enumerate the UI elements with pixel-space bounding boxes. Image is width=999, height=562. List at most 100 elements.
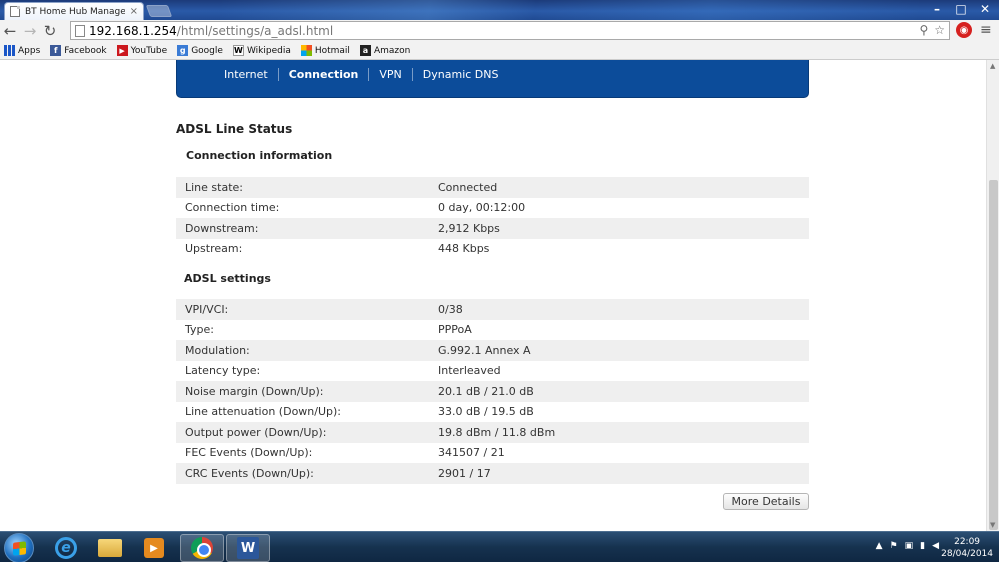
table-row: Downstream: 2,912 Kbps [176,218,809,239]
taskbar-internet-explorer[interactable]: e [44,534,88,562]
media-player-icon: ▶ [144,538,164,558]
table-row: Connection time: 0 day, 00:12:00 [176,198,809,219]
row-label: Line state: [176,177,429,198]
folder-icon [98,539,122,557]
table-row: CRC Events (Down/Up): 2901 / 17 [176,463,809,484]
connection-info-heading: Connection information [186,149,333,162]
bookmark-hotmail[interactable]: Hotmail [300,45,350,56]
table-row: VPI/VCI: 0/38 [176,299,809,320]
taskbar-media-player[interactable]: ▶ [132,534,176,562]
maximize-button[interactable]: □ [949,0,973,18]
nav-connection[interactable]: Connection [279,68,370,81]
chrome-menu-icon[interactable]: ≡ [980,22,992,38]
row-value: Interleaved [438,364,501,378]
browser-title-bar: BT Home Hub Manager - × – □ ✕ [0,0,999,20]
row-value: 0 day, 00:12:00 [438,201,526,215]
close-window-button[interactable]: ✕ [973,0,997,18]
bookmark-facebook[interactable]: f Facebook [50,45,107,56]
show-hidden-icons-icon[interactable]: ▲ [876,541,883,551]
row-value: PPPoA [438,323,472,337]
url-path: /html/settings/a_adsl.html [176,23,334,38]
tab-title: BT Home Hub Manager - [25,6,125,17]
bookmark-star-icon[interactable]: ☆ [934,23,945,37]
row-label: Noise margin (Down/Up): [176,381,429,402]
internet-explorer-icon: e [55,537,77,559]
facebook-icon: f [50,45,62,56]
table-row: Line attenuation (Down/Up): 33.0 dB / 19.… [176,402,809,423]
browser-tab[interactable]: BT Home Hub Manager - × [4,2,144,20]
scrollbar-thumb[interactable] [989,180,998,530]
page-scrollbar[interactable]: ▲ ▼ [986,60,999,531]
browser-toolbar: ← → ↻ 192.168.1.254 /html/settings/a_ads… [0,20,999,42]
row-value: 0/38 [429,299,809,320]
row-label: Output power (Down/Up): [176,422,429,443]
address-bar[interactable]: 192.168.1.254 /html/settings/a_adsl.html… [70,21,950,40]
row-label: Line attenuation (Down/Up): [185,405,342,419]
row-label: Connection time: [185,201,280,215]
page-viewport: Internet Connection VPN Dynamic DNS ADSL… [0,60,986,531]
row-value: G.992.1 Annex A [429,340,809,361]
url-host: 192.168.1.254 [89,23,177,38]
table-row: Line state: Connected [176,177,809,198]
reload-icon[interactable]: ↻ [40,21,60,41]
youtube-icon: ▶ [116,45,128,56]
start-button[interactable] [4,533,34,562]
row-value: 2901 / 17 [429,463,809,484]
nav-vpn[interactable]: VPN [369,68,413,81]
taskbar-file-explorer[interactable] [88,534,132,562]
network-signal-icon[interactable]: ▮ [920,541,925,551]
row-label: FEC Events (Down/Up): [185,446,313,460]
bookmark-youtube[interactable]: ▶ YouTube [116,45,167,56]
adsl-settings-table: VPI/VCI: 0/38 Type: PPPoA Modulation: G.992.1… [176,299,809,484]
table-row: Latency type: Interleaved [176,361,809,382]
taskbar-clock[interactable]: 22:09 28/04/2014 [941,536,993,560]
bookmark-apps[interactable]: Apps [4,45,40,56]
zoom-icon[interactable]: ⚲ [919,23,928,37]
forward-arrow-icon[interactable]: → [20,21,40,41]
bookmark-google[interactable]: g Google [177,45,223,56]
window-controls: – □ ✕ [925,0,997,18]
chrome-icon [191,537,213,559]
hotmail-icon [300,45,312,56]
bt-settings-nav: Internet Connection VPN Dynamic DNS [176,60,809,98]
row-label: VPI/VCI: [176,299,429,320]
page-favicon-icon [10,6,20,17]
row-value: 2,912 Kbps [429,218,809,239]
scroll-up-icon[interactable]: ▲ [990,62,995,70]
table-row: Noise margin (Down/Up): 20.1 dB / 21.0 dB [176,381,809,402]
device-icon[interactable]: ▣ [905,541,914,551]
bookmark-wikipedia[interactable]: W Wikipedia [232,45,291,56]
new-tab-button[interactable] [145,5,173,17]
bookmarks-bar: Apps f Facebook ▶ YouTube g Google W Wikiped… [0,42,999,60]
tab-close-icon[interactable]: × [130,6,138,17]
row-value: 448 Kbps [438,242,490,256]
bookmark-amazon[interactable]: a Amazon [359,45,410,56]
minimize-button[interactable]: – [925,0,949,18]
clock-time: 22:09 [954,537,981,547]
nav-dynamic-dns[interactable]: Dynamic DNS [413,68,509,81]
volume-icon[interactable]: ◀ [932,541,939,551]
extension-icon[interactable]: ◉ [956,22,972,38]
action-center-flag-icon[interactable]: ⚑ [890,541,898,551]
page-icon [75,24,85,37]
nav-internet[interactable]: Internet [224,68,279,81]
row-value: 341507 / 21 [438,446,505,460]
taskbar-word[interactable]: W [226,534,270,562]
apps-grid-icon [4,45,15,56]
google-icon: g [177,45,189,56]
taskbar-chrome[interactable] [180,534,224,562]
table-row: Type: PPPoA [176,320,809,341]
table-row: Upstream: 448 Kbps [176,239,809,260]
back-arrow-icon[interactable]: ← [0,21,20,41]
more-details-button[interactable]: More Details [723,493,809,510]
table-row: Modulation: G.992.1 Annex A [176,340,809,361]
row-value: 19.8 dBm / 11.8 dBm [429,422,809,443]
row-value: Connected [429,177,809,198]
scroll-down-icon[interactable]: ▼ [990,521,995,529]
row-label: CRC Events (Down/Up): [176,463,429,484]
row-label: Type: [185,323,214,337]
table-row: Output power (Down/Up): 19.8 dBm / 11.8 d… [176,422,809,443]
row-value: 20.1 dB / 21.0 dB [429,381,809,402]
row-label: Upstream: [185,242,243,256]
nav-links: Internet Connection VPN Dynamic DNS [224,68,508,81]
